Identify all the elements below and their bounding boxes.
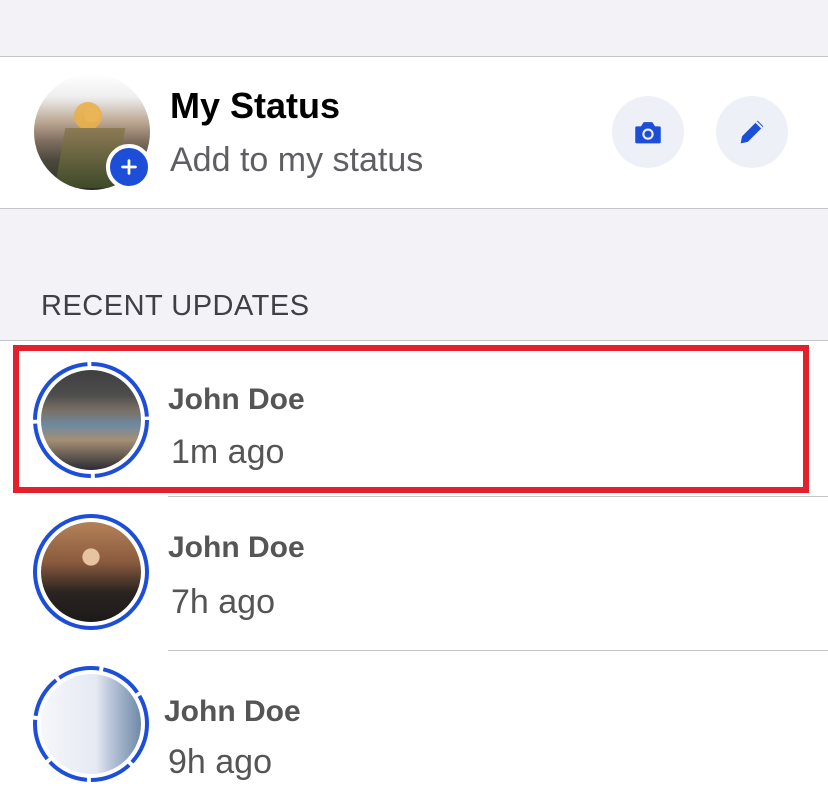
selection-highlight	[13, 345, 809, 493]
status-name: John Doe	[168, 531, 305, 564]
camera-button[interactable]	[612, 96, 684, 168]
avatar-photo-part	[74, 102, 102, 130]
status-item[interactable]: John Doe 7h ago	[0, 497, 828, 647]
my-status-title: My Status	[170, 85, 341, 126]
status-item[interactable]: John Doe 9h ago	[0, 651, 828, 801]
status-time: 9h ago	[168, 743, 272, 781]
top-band	[0, 0, 828, 57]
plus-icon[interactable]	[106, 144, 152, 190]
my-status-avatar[interactable]	[34, 74, 152, 190]
my-status-subtitle: Add to my status	[170, 141, 424, 179]
status-ring	[32, 513, 150, 631]
edit-button[interactable]	[716, 96, 788, 168]
status-time: 7h ago	[171, 583, 275, 621]
status-ring	[32, 665, 150, 783]
section-label-recent: RECENT UPDATES	[41, 290, 310, 322]
pencil-icon	[740, 120, 764, 144]
status-thumbnail	[41, 522, 141, 622]
my-status-row[interactable]: My Status Add to my status	[0, 57, 828, 209]
status-name: John Doe	[164, 695, 301, 728]
status-thumbnail	[41, 674, 141, 774]
camera-icon	[635, 122, 661, 144]
